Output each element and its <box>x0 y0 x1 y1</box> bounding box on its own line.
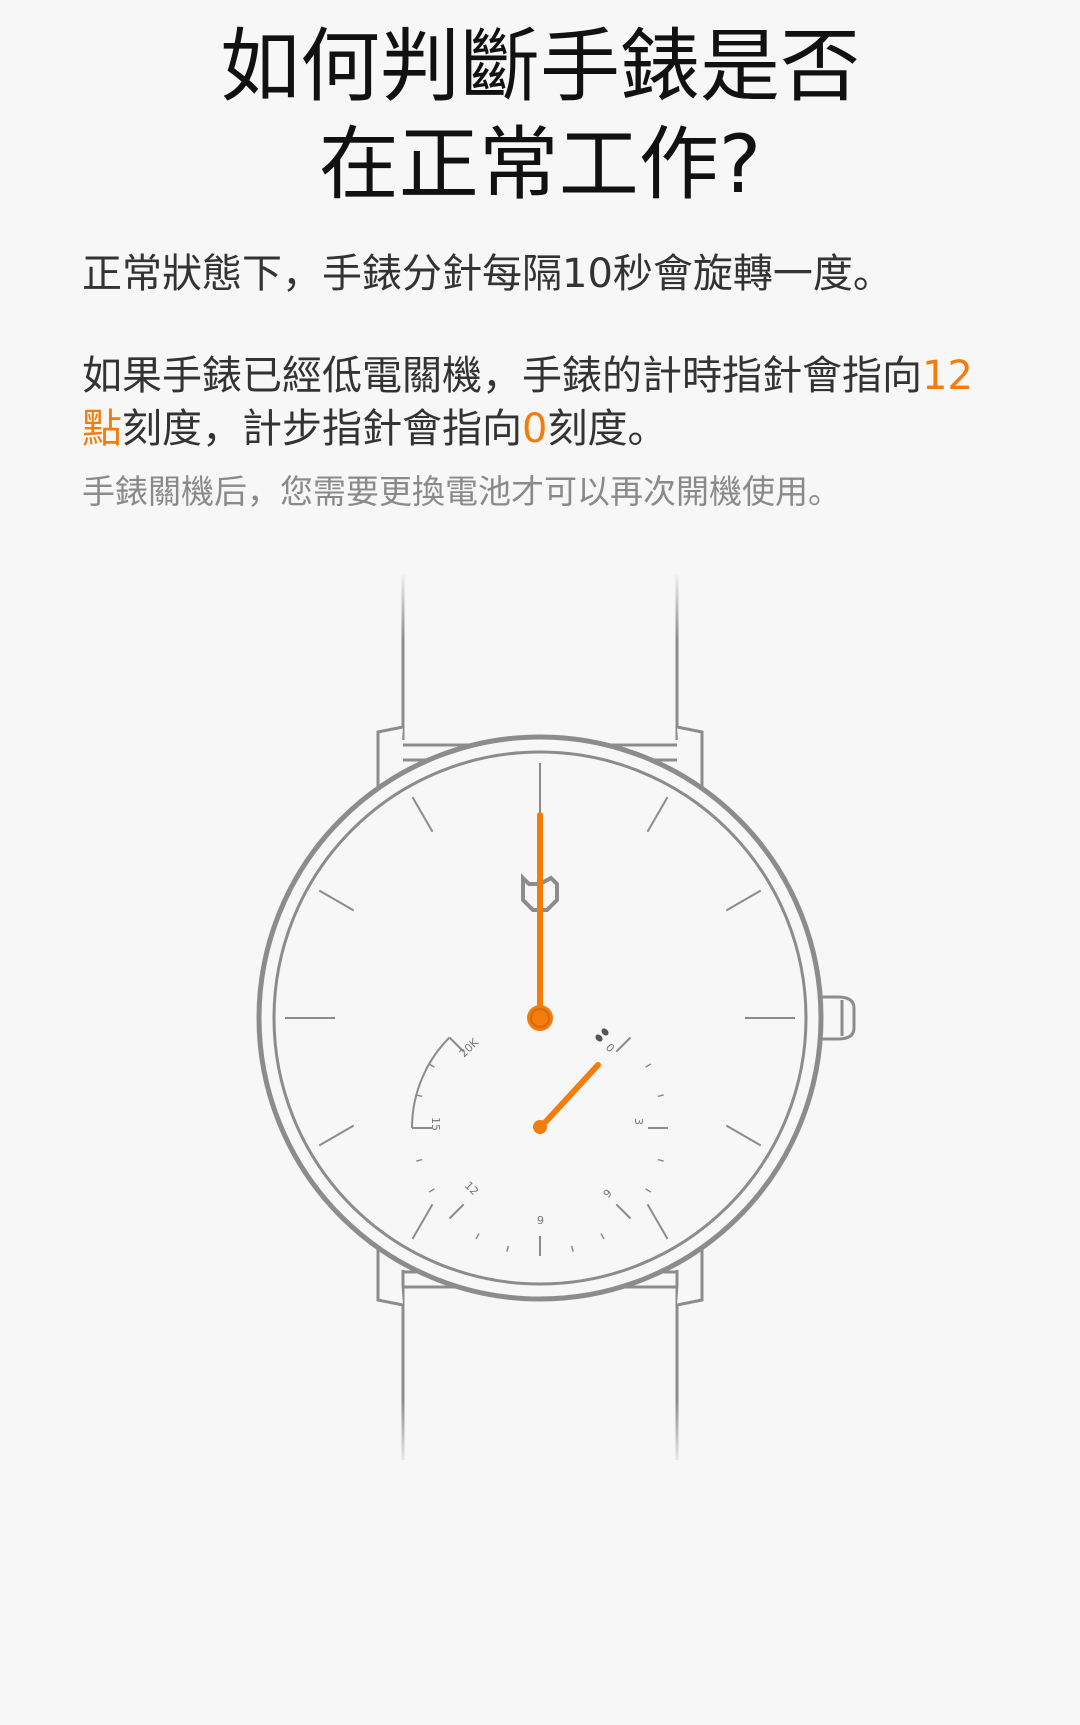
watch-crown <box>818 995 856 1041</box>
subdial-label-15: 15 <box>429 1117 442 1131</box>
watch-illustration: 20K 15 12 0 3 6 9 <box>256 570 856 1470</box>
subdial-label-9: 9 <box>537 1214 544 1227</box>
subdial-label-3: 3 <box>632 1118 645 1125</box>
